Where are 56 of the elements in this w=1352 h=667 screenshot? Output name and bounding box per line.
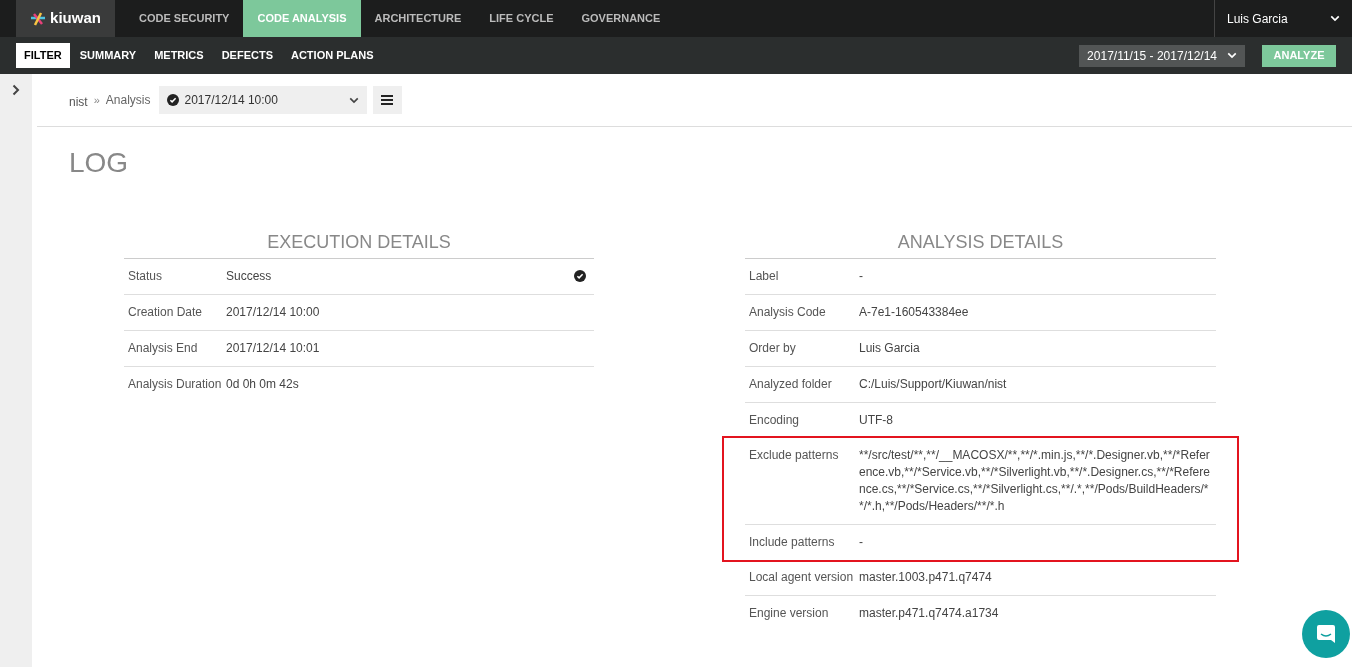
section-title: EXECUTION DETAILS xyxy=(124,229,594,259)
menu-icon xyxy=(381,95,393,105)
row-label: Label xyxy=(749,268,780,285)
page-title: LOG xyxy=(69,147,130,179)
chevron-right-icon[interactable] xyxy=(12,84,20,96)
chevron-down-icon xyxy=(1227,52,1237,59)
main-nav-tab[interactable]: LIFE CYCLE xyxy=(475,0,568,37)
sub-nav-tab[interactable]: SUMMARY xyxy=(71,43,145,68)
row-label: Analysis End xyxy=(128,340,199,357)
chevron-down-icon xyxy=(348,96,359,104)
chat-icon xyxy=(1315,623,1337,645)
row-label: Analyzed folder xyxy=(749,376,833,393)
logo-text: kiuwan xyxy=(50,8,101,29)
sub-nav-tab[interactable]: ACTION PLANS xyxy=(282,43,382,68)
check-circle-icon xyxy=(166,94,179,106)
breadcrumb-separator: » xyxy=(93,92,100,108)
logo[interactable]: kiuwan xyxy=(16,0,115,37)
row-label: Status xyxy=(128,268,164,285)
row-label: Exclude patterns xyxy=(749,447,840,464)
row-label: Encoding xyxy=(749,412,801,429)
row-label: Analysis Code xyxy=(749,304,827,321)
row-label: Creation Date xyxy=(128,304,204,321)
row-value: - xyxy=(859,268,864,285)
date-range-select[interactable]: 2017/11/15 - 2017/12/14 xyxy=(1079,44,1245,67)
row-value: - xyxy=(859,534,864,551)
row-value: Success xyxy=(226,268,273,285)
row-label: Engine version xyxy=(749,605,830,622)
chevron-down-icon xyxy=(1330,15,1340,22)
main-nav-tab[interactable]: CODE SECURITY xyxy=(125,0,244,37)
row-label: Analysis Duration xyxy=(128,376,223,393)
main-nav-tab[interactable]: ARCHITECTURE xyxy=(360,0,476,37)
check-circle-icon xyxy=(574,270,586,282)
row-value: **/src/test/**,**/__MACOSX/**,**/*.min.js,**/*.Designer.vb,**/*Reference.vb,**/*Service.vb,**/*Silverlight.vb,**/*.Designer.cs,**/*Reference.cs,**/*Service.cs,**/*Silverlight.cs,**/.*,**/Pods/BuildHeaders/**/*.h,**/Pods/Headers/**/*.h xyxy=(859,447,1211,515)
row-value: Luis Garcia xyxy=(859,340,921,357)
row-value: 2017/12/14 10:01 xyxy=(226,340,321,357)
breadcrumb-link[interactable]: nist xyxy=(69,92,88,111)
chat-button[interactable] xyxy=(1302,610,1350,658)
sub-nav-tab[interactable]: DEFECTS xyxy=(213,43,281,68)
row-value: C:/Luis/Support/Kiuwan/nist xyxy=(859,376,1008,393)
sub-nav-tab[interactable]: FILTER xyxy=(16,43,70,68)
row-value: master.1003.p471.q7474 xyxy=(859,569,993,586)
row-label: Local agent version xyxy=(749,569,855,586)
analysis-select[interactable]: 2017/12/14 10:00 xyxy=(158,86,367,114)
row-label: Order by xyxy=(749,340,797,357)
section-title: ANALYSIS DETAILS xyxy=(745,229,1216,259)
row-value: UTF-8 xyxy=(859,412,894,429)
main-nav-tab[interactable]: GOVERNANCE xyxy=(567,0,675,37)
sub-nav-tab[interactable]: METRICS xyxy=(146,43,212,68)
logo-icon xyxy=(30,11,47,26)
row-value: 2017/12/14 10:00 xyxy=(226,304,321,321)
row-value: 0d 0h 0m 42s xyxy=(226,376,300,393)
row-value: A-7e1-160543384ee xyxy=(859,304,970,321)
menu-button[interactable] xyxy=(372,86,402,114)
row-label: Include patterns xyxy=(749,534,836,551)
row-value: master.p471.q7474.a1734 xyxy=(859,605,1000,622)
breadcrumb-current: Analysis xyxy=(105,92,151,109)
